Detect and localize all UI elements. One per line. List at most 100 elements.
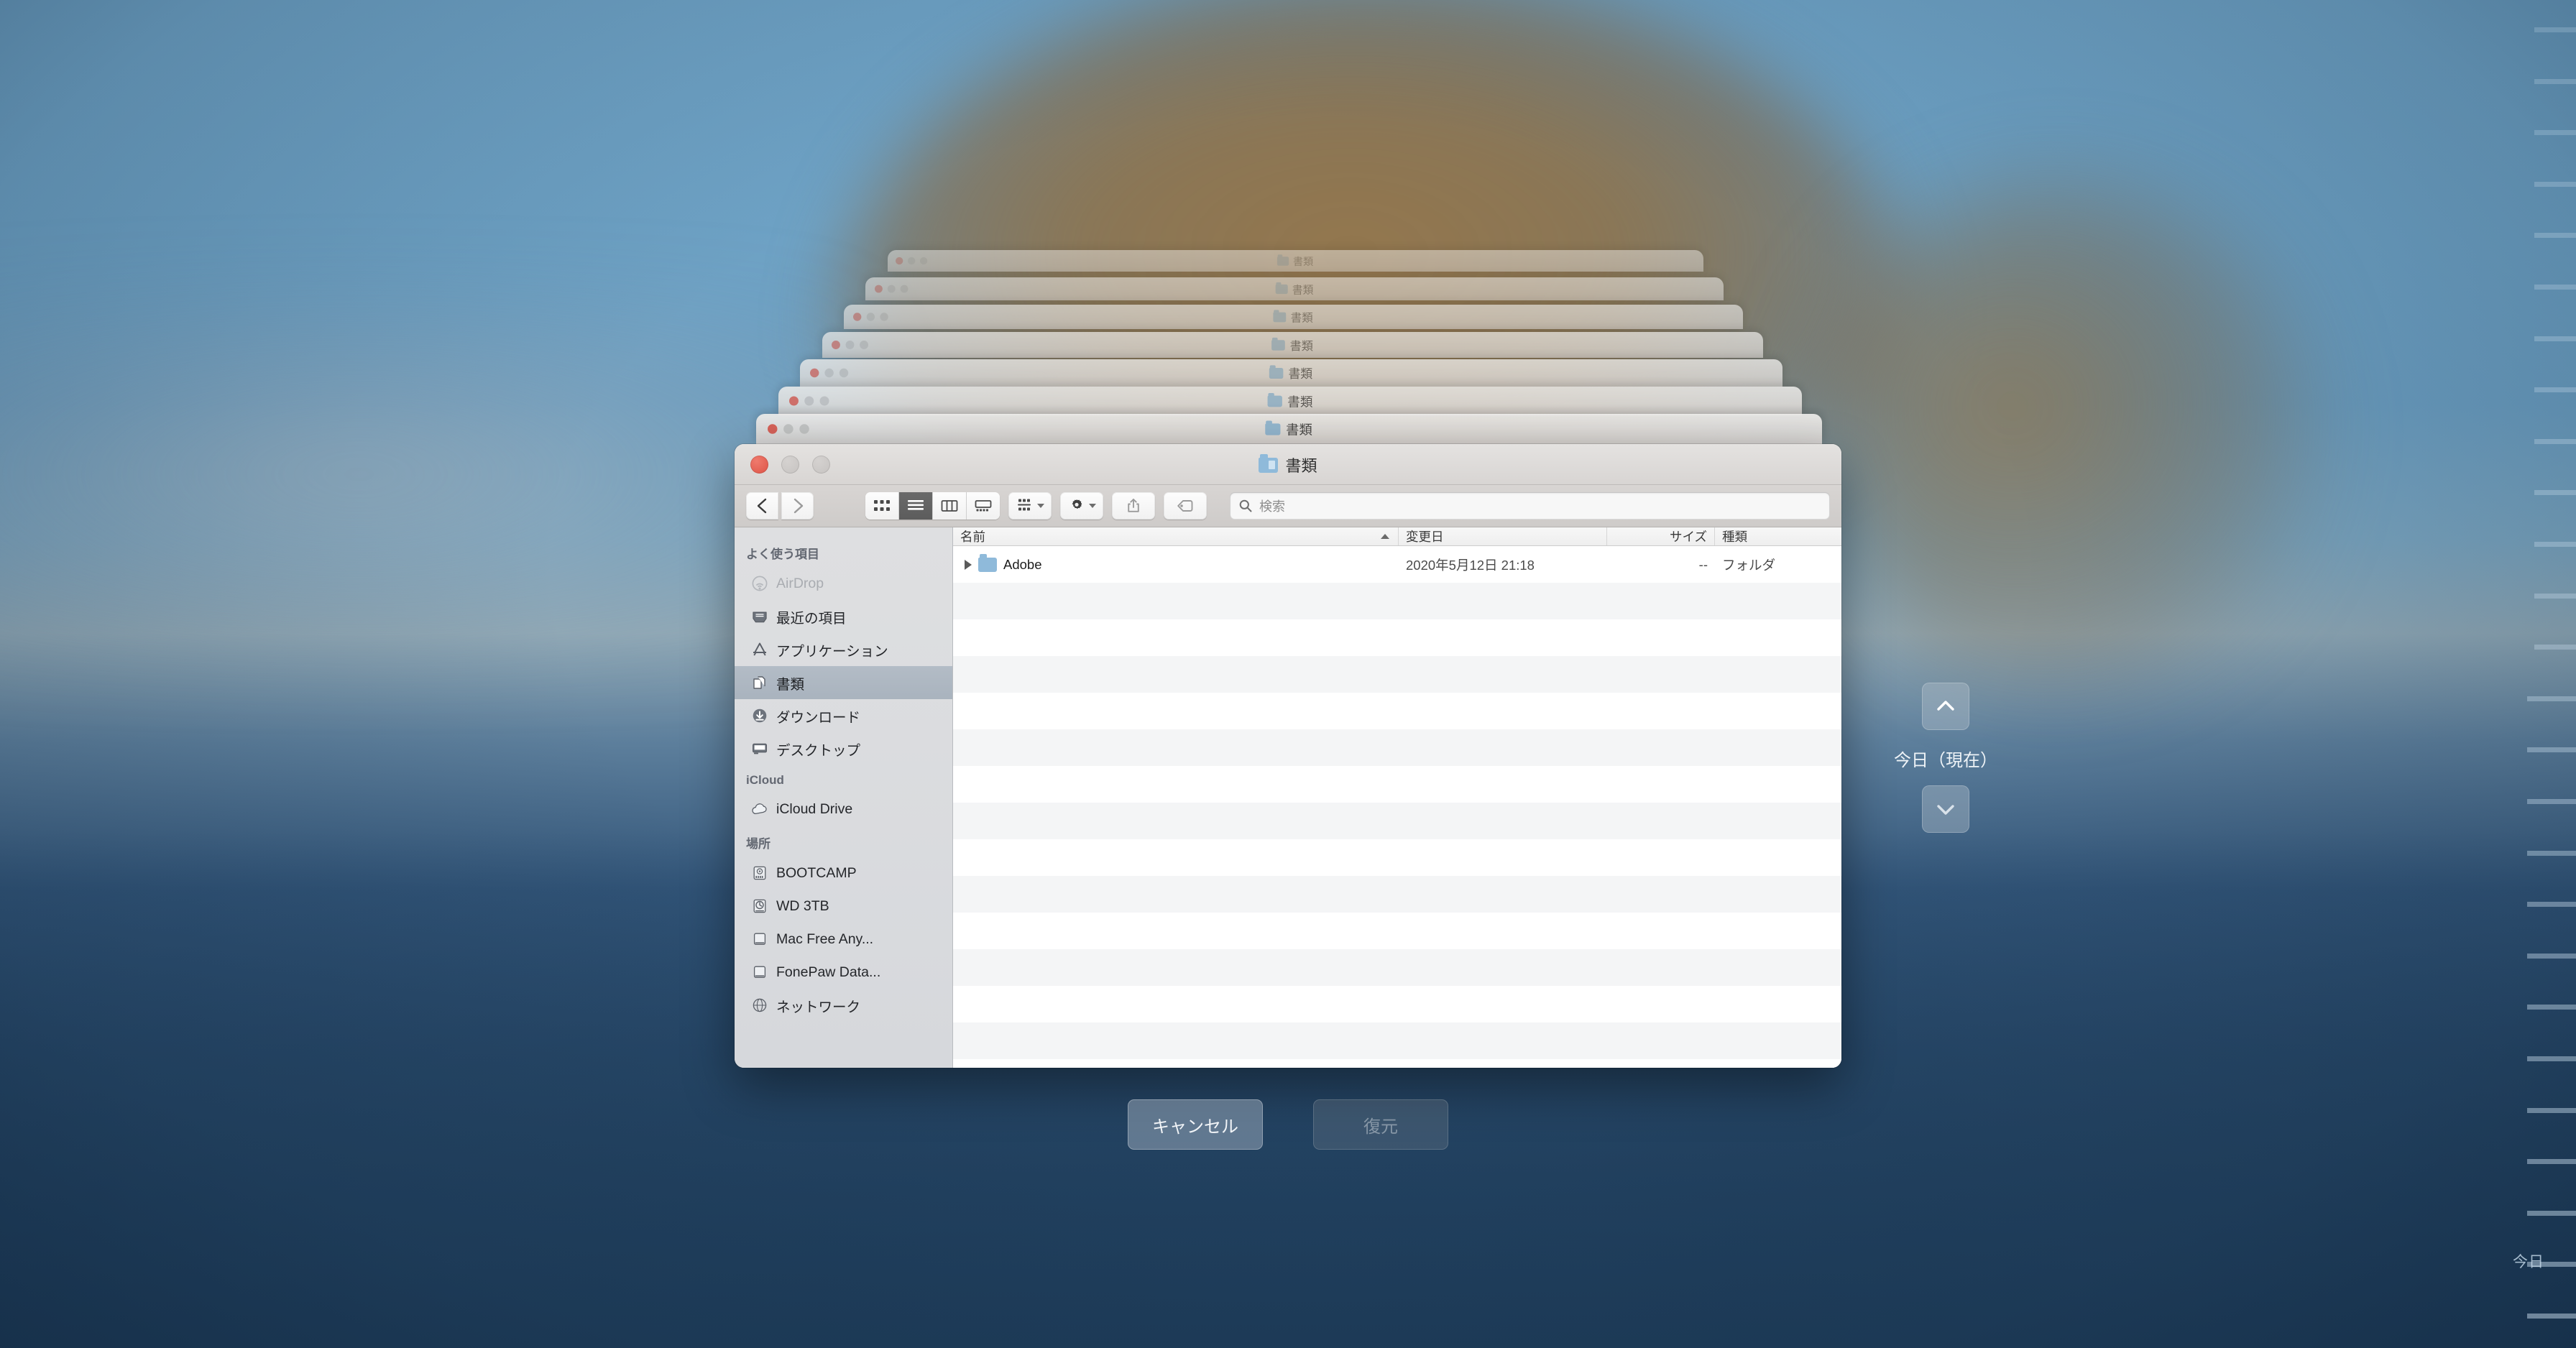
timeline-tick[interactable] [2534, 645, 2576, 650]
timemachine-timeline-scale[interactable] [2490, 0, 2576, 1348]
window-titlebar: 書類 [735, 444, 1841, 485]
sidebar-item-fonepaw-data[interactable]: FonePaw Data... [735, 956, 952, 989]
timeline-up-button[interactable] [1922, 683, 1969, 730]
minimize-button[interactable] [887, 285, 896, 293]
close-button[interactable] [832, 341, 840, 349]
past-backup-window[interactable]: 書類 [865, 277, 1724, 300]
empty-row [953, 583, 1841, 619]
timeline-tick[interactable] [2534, 542, 2576, 547]
back-button[interactable] [746, 492, 778, 520]
minimize-button[interactable] [845, 341, 855, 349]
timeline-tick[interactable] [2534, 490, 2576, 496]
minimize-button[interactable] [824, 368, 834, 378]
zoom-button[interactable] [920, 257, 928, 265]
search-icon [1239, 499, 1252, 512]
close-button[interactable] [874, 285, 883, 293]
timeline-tick[interactable] [2527, 1056, 2576, 1061]
close-button[interactable] [750, 456, 768, 474]
timeline-tick[interactable] [2527, 902, 2576, 908]
minimize-button[interactable] [908, 257, 916, 265]
zoom-button[interactable] [860, 341, 869, 349]
timeline-tick[interactable] [2527, 1107, 2576, 1113]
zoom-button[interactable] [819, 396, 829, 406]
sidebar-item-ネットワーク[interactable]: ネットワーク [735, 989, 952, 1022]
close-button[interactable] [810, 368, 819, 378]
action-menu-button[interactable] [1060, 492, 1103, 520]
forward-button[interactable] [781, 492, 814, 520]
past-backup-window[interactable]: 書類 [887, 250, 1704, 272]
timeline-tick[interactable] [2527, 799, 2576, 804]
share-button[interactable] [1112, 492, 1155, 520]
sidebar-item-wd-3tb[interactable]: WD 3TB [735, 890, 952, 923]
minimize-button[interactable] [781, 456, 799, 474]
timeline-tick[interactable] [2534, 27, 2576, 32]
past-backup-window[interactable]: 書類 [756, 414, 1822, 444]
sidebar-item-icloud-drive[interactable]: iCloud Drive [735, 793, 952, 826]
zoom-button[interactable] [900, 285, 908, 293]
sidebar-item-bootcamp[interactable]: BOOTCAMP [735, 857, 952, 890]
timeline-tick[interactable] [2534, 593, 2576, 599]
tags-button[interactable] [1164, 492, 1207, 520]
sidebar-item-mac-free-any[interactable]: Mac Free Any... [735, 923, 952, 956]
minimize-button[interactable] [804, 396, 814, 406]
column-header-kind[interactable]: 種類 [1715, 527, 1841, 545]
timeline-tick[interactable] [2527, 953, 2576, 959]
search-field[interactable]: 検索 [1230, 492, 1830, 520]
sidebar-item-airdrop[interactable]: AirDrop [735, 567, 952, 600]
sidebar-item-ダウンロード[interactable]: ダウンロード [735, 699, 952, 732]
timeline-tick[interactable] [2527, 850, 2576, 856]
timeline-down-button[interactable] [1922, 785, 1969, 833]
timeline-tick[interactable] [2527, 1005, 2576, 1010]
traffic-lights [767, 424, 809, 434]
minimize-button[interactable] [783, 424, 794, 434]
timeline-tick[interactable] [2534, 78, 2576, 84]
column-header-size[interactable]: サイズ [1607, 527, 1715, 545]
sidebar-item-最近の項目[interactable]: 最近の項目 [735, 600, 952, 633]
table-row[interactable]: Adobe 2020年5月12日 21:18 -- フォルダ [953, 546, 1841, 583]
folder-icon [1259, 453, 1279, 473]
past-backup-window[interactable]: 書類 [822, 332, 1763, 358]
list-view-button[interactable] [899, 492, 933, 520]
finder-sidebar[interactable]: よく使う項目 AirDrop 最近の項目 アプリケーション 書類 ダウンロード デスクトップ… [735, 527, 953, 1068]
zoom-button[interactable] [799, 424, 809, 434]
sidebar-item-書類[interactable]: 書類 [735, 666, 952, 699]
timeline-tick[interactable] [2534, 285, 2576, 290]
timeline-tick[interactable] [2527, 1314, 2576, 1319]
timeline-tick[interactable] [2534, 336, 2576, 341]
traffic-lights [896, 257, 928, 265]
cancel-button[interactable]: キャンセル [1128, 1099, 1263, 1150]
zoom-button[interactable] [812, 456, 830, 474]
minimize-button[interactable] [866, 313, 875, 321]
restore-button: 復元 [1313, 1099, 1448, 1150]
sidebar-item-アプリケーション[interactable]: アプリケーション [735, 633, 952, 666]
timeline-tick[interactable] [2527, 1210, 2576, 1216]
timeline-tick[interactable] [2534, 438, 2576, 444]
zoom-button[interactable] [840, 368, 849, 378]
timeline-tick[interactable] [2527, 1159, 2576, 1165]
timeline-tick[interactable] [2534, 130, 2576, 136]
disclosure-triangle-icon[interactable] [965, 559, 972, 570]
desktop-icon [752, 743, 767, 754]
past-backup-window[interactable]: 書類 [843, 305, 1744, 329]
timeline-tick[interactable] [2527, 696, 2576, 701]
close-button[interactable] [788, 396, 799, 406]
column-header-date[interactable]: 変更日 [1399, 527, 1607, 545]
zoom-button[interactable] [880, 313, 888, 321]
timeline-tick[interactable] [2534, 233, 2576, 239]
sidebar-item-デスクトップ[interactable]: デスクトップ [735, 732, 952, 765]
view-mode-segmented-control[interactable] [865, 492, 1000, 520]
close-button[interactable] [896, 257, 903, 265]
past-backup-window[interactable]: 書類 [778, 387, 1803, 415]
close-button[interactable] [852, 313, 862, 321]
gallery-view-button[interactable] [967, 492, 1000, 520]
timeline-tick[interactable] [2527, 747, 2576, 753]
column-view-button[interactable] [933, 492, 967, 520]
close-button[interactable] [767, 424, 778, 434]
icon-view-button[interactable] [865, 492, 899, 520]
timeline-tick[interactable] [2534, 181, 2576, 187]
empty-row [953, 876, 1841, 913]
timeline-tick[interactable] [2534, 387, 2576, 393]
past-backup-window[interactable]: 書類 [800, 359, 1782, 387]
column-header-name[interactable]: 名前 [953, 527, 1399, 545]
arrange-button[interactable] [1008, 492, 1052, 520]
